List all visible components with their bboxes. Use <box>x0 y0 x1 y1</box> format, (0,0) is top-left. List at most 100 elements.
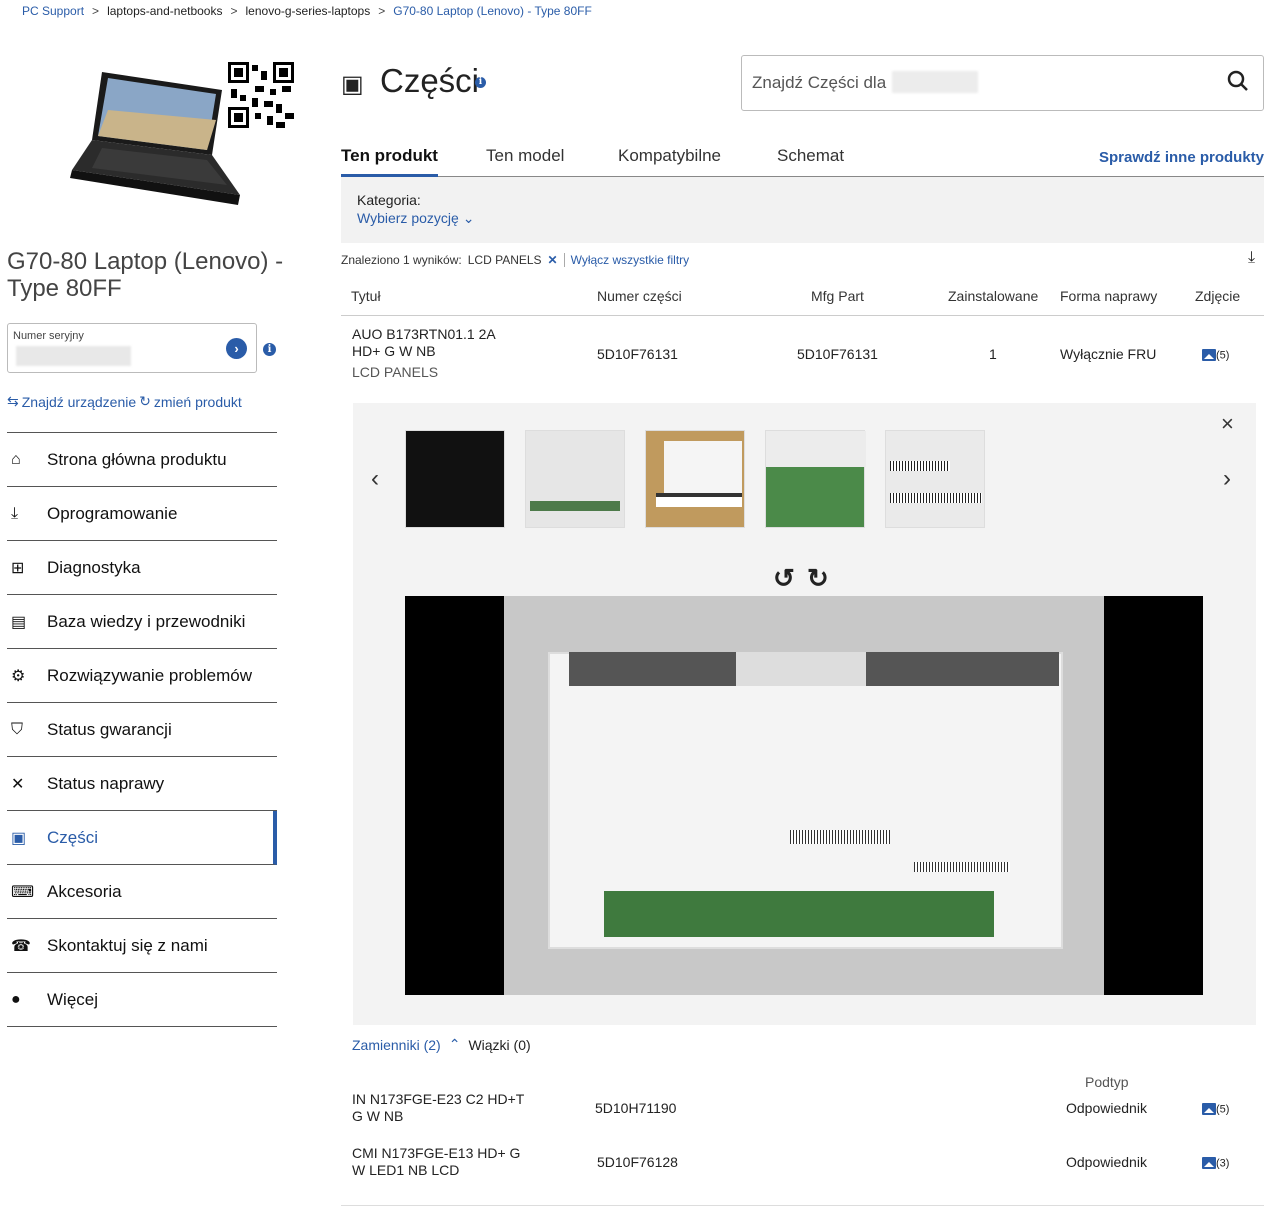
sidebar-item-repair[interactable]: ✕ Status naprawy <box>7 757 277 811</box>
column-title[interactable]: Tytuł <box>351 288 381 304</box>
clear-filters-link[interactable]: Wyłącz wszystkie filtry <box>563 253 689 267</box>
gallery-thumbnail[interactable] <box>885 430 985 528</box>
shield-icon: ⛉ <box>11 720 24 738</box>
sidebar-item-parts[interactable]: ▣ Części <box>7 811 277 865</box>
sidebar-item-label: Akcesoria <box>47 881 122 901</box>
sidebar-item-diagnostics[interactable]: ⊞ Diagnostyka <box>7 541 277 595</box>
breadcrumb-g-series[interactable]: lenovo-g-series-laptops <box>246 4 371 18</box>
chevron-up-icon[interactable]: ⌃ <box>449 1036 461 1053</box>
chevron-right-icon[interactable]: › <box>1223 465 1231 493</box>
breadcrumb-pc-support[interactable]: PC Support <box>22 4 84 18</box>
sidebar-item-knowledge[interactable]: ▤ Baza wiedzy i przewodniki <box>7 595 277 649</box>
part-title-line: HD+ G W NB <box>352 343 436 359</box>
serial-number-value[interactable] <box>16 346 131 366</box>
breadcrumb-separator: > <box>378 4 386 18</box>
gallery-thumbnail[interactable] <box>765 430 866 528</box>
photo-count: (5) <box>1216 349 1230 362</box>
chip-icon: ▣ <box>11 829 27 847</box>
table-row[interactable]: CMI N173FGE-E13 HD+ G W LED1 NB LCD 5D10… <box>341 1144 1264 1198</box>
alt-subtype: Odpowiednik <box>1066 1100 1147 1116</box>
rotate-left-icon[interactable]: ↺ <box>773 563 795 594</box>
repair-form: Wyłącznie FRU <box>1060 346 1157 362</box>
column-repair-form[interactable]: Forma naprawy <box>1060 288 1157 304</box>
tab-this-model[interactable]: Ten model <box>486 146 564 166</box>
tab-this-product[interactable]: Ten produkt <box>341 146 438 177</box>
check-other-products-link[interactable]: Sprawdź inne produkty <box>1099 149 1264 166</box>
sidebar-item-label: Więcej <box>47 989 99 1009</box>
info-icon[interactable]: i <box>475 77 486 88</box>
parts-search[interactable]: Znajdź Części dla <box>741 55 1264 111</box>
search-icon[interactable] <box>1227 70 1249 98</box>
sidebar-item-software[interactable]: ⤓ Oprogramowanie <box>7 487 277 541</box>
serial-number-field[interactable]: Numer seryjny › <box>7 323 257 373</box>
download-icon: ⤓ <box>11 504 19 522</box>
photo-link[interactable]: (3) <box>1202 1154 1229 1170</box>
gallery-thumbnail[interactable] <box>405 430 505 528</box>
sidebar-item-more[interactable]: ● Więcej <box>7 973 277 1027</box>
image-icon <box>1202 1103 1216 1116</box>
sidebar-item-label: Skontaktuj się z nami <box>47 935 208 955</box>
mfg-part: 5D10F76131 <box>797 346 878 362</box>
tab-diagram[interactable]: Schemat <box>777 146 844 166</box>
chevron-down-icon: ⌄ <box>462 210 475 226</box>
lcd-panel-photo <box>504 596 1104 995</box>
gallery-thumbnail[interactable] <box>525 430 625 528</box>
category-dropdown[interactable]: Wybierz pozycję ⌄ <box>357 210 474 227</box>
sidebar-item-contact[interactable]: ☎ Skontaktuj się z nami <box>7 919 277 973</box>
breadcrumb-current[interactable]: G70-80 Laptop (Lenovo) - Type 80FF <box>393 4 592 18</box>
divider <box>341 1205 1264 1206</box>
alt-part-title-line: CMI N173FGE-E13 HD+ G <box>352 1145 521 1161</box>
rotate-right-icon[interactable]: ↻ <box>807 563 829 594</box>
table-header: Tytuł Numer części Mfg Part Zainstalowan… <box>341 280 1264 316</box>
column-installed[interactable]: Zainstalowane <box>948 288 1038 304</box>
gallery-thumbnail[interactable] <box>645 430 745 528</box>
change-product-link[interactable]: zmień produkt <box>154 394 242 410</box>
table-row[interactable]: IN N173FGE-E23 C2 HD+T G W NB 5D10H71190… <box>341 1090 1264 1144</box>
bundles-toggle[interactable]: Wiązki (0) <box>468 1037 530 1053</box>
tabs: Ten produkt Ten model Kompatybilne Schem… <box>341 138 1264 177</box>
result-count: Znaleziono 1 wyników: <box>341 253 462 267</box>
sidebar-item-label: Oprogramowanie <box>47 503 178 523</box>
product-title: G70-80 Laptop (Lenovo) - Type 80FF <box>7 248 284 302</box>
close-icon[interactable]: × <box>1221 411 1234 437</box>
alternatives-links: Zamienniki (2) ⌃ Wiązki (0) <box>352 1036 531 1053</box>
sidebar-item-accessories[interactable]: ⌨ Akcesoria <box>7 865 277 919</box>
photo-link[interactable]: (5) <box>1202 346 1229 362</box>
search-input[interactable]: Znajdź Części dla <box>752 73 886 93</box>
tab-compatible[interactable]: Kompatybilne <box>618 146 721 166</box>
document-icon: ▤ <box>11 613 27 631</box>
sidebar-item-home[interactable]: ⌂ Strona główna produktu <box>7 433 277 487</box>
photo-gallery: × ‹ › ↺ ↻ <box>353 403 1256 1025</box>
category-label: Kategoria: <box>357 192 421 208</box>
photo-count: (5) <box>1216 1103 1230 1116</box>
find-device-link[interactable]: Znajdź urządzenie <box>22 394 136 410</box>
breadcrumb: PC Support > laptops-and-netbooks > leno… <box>22 4 592 18</box>
part-number: 5D10F76131 <box>597 346 678 362</box>
sidebar-nav: ⌂ Strona główna produktu ⤓ Oprogramowanie … <box>7 432 277 1027</box>
remove-filter-icon[interactable]: ✕ <box>548 253 558 267</box>
serial-submit-button[interactable]: › <box>226 338 247 359</box>
chevron-left-icon[interactable]: ‹ <box>371 465 379 493</box>
alternatives-toggle[interactable]: Zamienniki (2) <box>352 1037 441 1053</box>
alt-part-title-line: G W NB <box>352 1108 404 1124</box>
search-product-value <box>892 71 978 93</box>
column-part-number[interactable]: Numer części <box>597 288 682 304</box>
sidebar-item-warranty[interactable]: ⛉ Status gwarancji <box>7 703 277 757</box>
table-row[interactable]: AUO B173RTN01.1 2A HD+ G W NB LCD PANELS… <box>341 316 1264 388</box>
filter-panel: Kategoria: Wybierz pozycję ⌄ <box>341 177 1264 243</box>
breadcrumb-separator: > <box>230 4 238 18</box>
download-icon[interactable]: ⤓ <box>1248 249 1255 267</box>
info-icon[interactable]: i <box>263 343 276 356</box>
filter-chip: LCD PANELS <box>467 253 542 267</box>
photo-link[interactable]: (5) <box>1202 1100 1229 1116</box>
sidebar-item-troubleshoot[interactable]: ⚙ Rozwiązywanie problemów <box>7 649 277 703</box>
product-image <box>70 72 240 205</box>
serial-number-label: Numer seryjny <box>13 330 84 342</box>
column-photo[interactable]: Zdjęcie <box>1195 288 1240 304</box>
column-mfg-part[interactable]: Mfg Part <box>811 288 864 304</box>
medkit-icon: ⊞ <box>11 559 25 577</box>
sidebar-item-label: Rozwiązywanie problemów <box>47 665 253 685</box>
chip-icon: ▣ <box>341 71 364 98</box>
qr-code <box>228 62 294 128</box>
breadcrumb-laptops[interactable]: laptops-and-netbooks <box>107 4 222 18</box>
